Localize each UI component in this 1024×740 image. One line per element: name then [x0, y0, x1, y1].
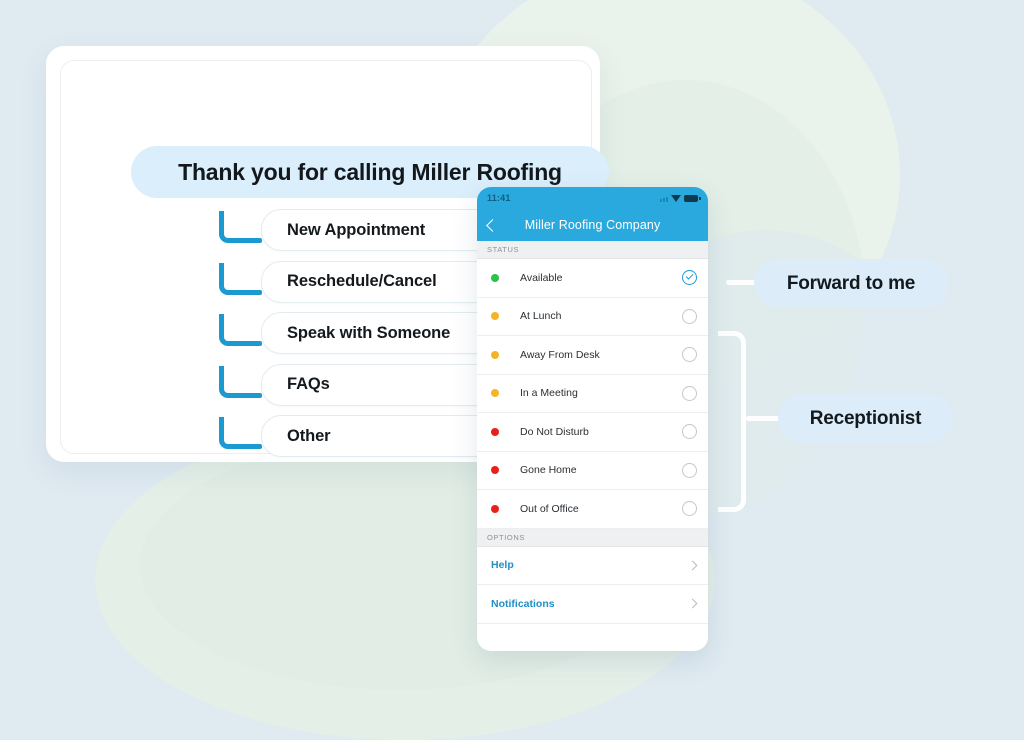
radio-unselected-icon[interactable]: [682, 462, 697, 478]
status-row-label: At Lunch: [520, 310, 562, 323]
signal-icon: [660, 194, 668, 202]
section-header-options: OPTIONS: [477, 528, 708, 547]
menu-row: FAQs: [216, 363, 506, 416]
chevron-right-icon: [687, 598, 698, 609]
status-row-label: Available: [520, 271, 563, 284]
status-dot-icon: [491, 504, 499, 513]
status-row-label: Away From Desk: [520, 348, 600, 361]
status-row-away-from-desk[interactable]: Away From Desk: [477, 336, 708, 375]
phone-header-title: Miller Roofing Company: [524, 218, 661, 232]
elbow-connector-icon: [219, 262, 262, 295]
option-row-label: Notifications: [491, 597, 555, 610]
status-row-do-not-disturb[interactable]: Do Not Disturb: [477, 413, 708, 452]
ivr-menu-list: New Appointment Reschedule/Cancel Speak …: [216, 209, 506, 467]
section-header-status: STATUS: [477, 241, 708, 259]
status-dot-icon: [491, 350, 499, 359]
radio-unselected-icon[interactable]: [682, 501, 697, 517]
option-row-notifications[interactable]: Notifications: [477, 585, 708, 624]
menu-option-label: Other: [287, 426, 331, 445]
menu-option-other[interactable]: Other: [261, 415, 498, 457]
elbow-connector-icon: [219, 211, 262, 243]
status-dot-icon: [491, 273, 499, 282]
option-row-label: Help: [491, 559, 514, 572]
callout-label: Receptionist: [809, 407, 922, 429]
radio-unselected-icon[interactable]: [682, 308, 697, 324]
status-dot-icon: [491, 312, 499, 321]
status-bar-icons: [660, 194, 701, 202]
connector-bracket: [718, 331, 746, 512]
menu-row: Other: [216, 415, 506, 467]
menu-option-faqs[interactable]: FAQs: [261, 363, 498, 406]
menu-option-reschedule-cancel[interactable]: Reschedule/Cancel: [261, 260, 498, 303]
status-dot-icon: [491, 466, 499, 475]
status-row-gone-home[interactable]: Gone Home: [477, 451, 708, 490]
status-row-in-a-meeting[interactable]: In a Meeting: [477, 374, 708, 413]
status-row-label: In a Meeting: [520, 387, 578, 400]
radio-unselected-icon[interactable]: [682, 424, 697, 440]
status-row-label: Out of Office: [520, 502, 579, 515]
check-circle-icon[interactable]: [682, 270, 697, 286]
status-row-label: Do Not Disturb: [520, 425, 589, 438]
battery-icon: [684, 194, 701, 202]
callout-forward-to-me: Forward to me: [754, 259, 948, 308]
status-row-out-of-office[interactable]: Out of Office: [477, 490, 708, 529]
wifi-icon: [671, 194, 681, 202]
menu-row: Speak with Someone: [216, 312, 506, 364]
menu-option-label: New Appointment: [287, 220, 426, 239]
greeting-text: Thank you for calling Miller Roofing: [178, 158, 562, 185]
menu-option-label: Reschedule/Cancel: [287, 272, 437, 290]
menu-option-label: Speak with Someone: [287, 323, 451, 342]
phone-status-bar: 11:41: [477, 187, 708, 209]
elbow-connector-icon: [219, 417, 262, 449]
callout-receptionist: Receptionist: [778, 394, 953, 443]
phone-nav-header: Miller Roofing Company: [477, 209, 708, 241]
elbow-connector-icon: [219, 365, 262, 398]
status-bar-clock: 11:41: [487, 193, 511, 203]
radio-unselected-icon[interactable]: [682, 347, 697, 363]
connector-dash-receptionist: [746, 416, 782, 421]
option-row-help[interactable]: Help: [477, 546, 708, 585]
menu-option-new-appointment[interactable]: New Appointment: [261, 209, 498, 251]
menu-option-label: FAQs: [287, 375, 330, 393]
status-row-available[interactable]: Available: [477, 259, 708, 298]
phone-mockup: 11:41 Miller Roofing Company STATUS Avai…: [477, 187, 708, 651]
status-dot-icon: [491, 389, 499, 398]
menu-row: New Appointment: [216, 209, 506, 261]
menu-option-speak-with-someone[interactable]: Speak with Someone: [261, 312, 498, 354]
canvas-background: Thank you for calling Miller Roofing New…: [0, 0, 1024, 740]
callout-label: Forward to me: [786, 272, 916, 294]
status-row-label: Gone Home: [520, 464, 577, 477]
radio-unselected-icon[interactable]: [682, 385, 697, 401]
menu-row: Reschedule/Cancel: [216, 260, 506, 313]
status-row-at-lunch[interactable]: At Lunch: [477, 297, 708, 336]
status-dot-icon: [491, 427, 499, 436]
chevron-right-icon: [687, 560, 698, 571]
elbow-connector-icon: [219, 314, 262, 346]
